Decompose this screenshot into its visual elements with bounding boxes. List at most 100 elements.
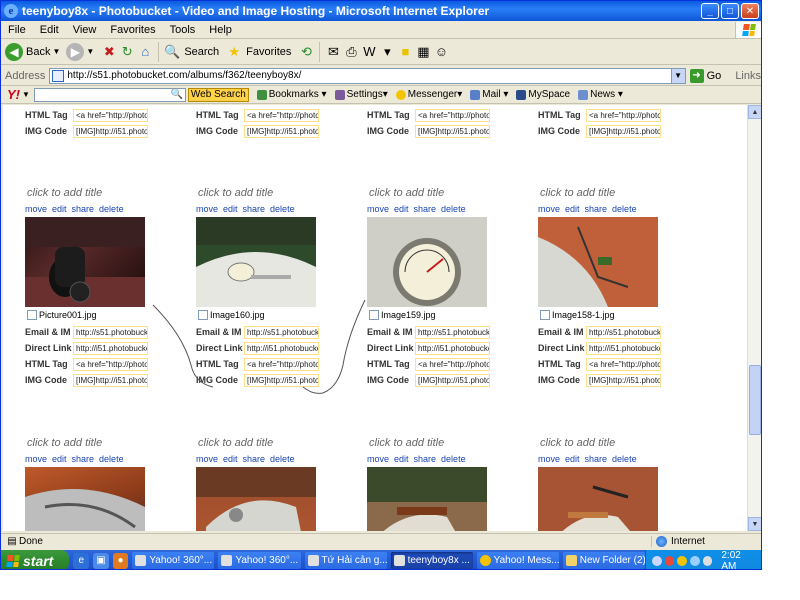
links-button[interactable]: Links (735, 70, 761, 82)
delete-link[interactable]: delete (270, 204, 295, 214)
discuss-icon[interactable]: ▾ (378, 43, 396, 61)
move-link[interactable]: move (196, 204, 218, 214)
move-link[interactable]: move (367, 454, 389, 464)
share-link[interactable]: share (72, 454, 95, 464)
media-icon[interactable]: ● (112, 552, 129, 569)
html-tag-field[interactable]: <a href="http://photol (415, 108, 490, 122)
email-im-field[interactable]: http://s51.photobucke (73, 325, 148, 339)
photo-thumbnail[interactable] (196, 467, 316, 531)
img-code-field[interactable]: [IMG]http://i51.photo (415, 124, 490, 138)
share-link[interactable]: share (585, 454, 608, 464)
tray-arrow-icon[interactable] (651, 555, 662, 566)
select-checkbox[interactable] (27, 310, 37, 320)
photo-title[interactable]: click to add title (540, 187, 615, 199)
task-tu-hai[interactable]: Tứ Hải cản g... (304, 552, 387, 569)
task-teenyboy8x[interactable]: teenyboy8x ... (390, 552, 473, 569)
search-button[interactable]: 🔍 Search (163, 41, 219, 63)
messenger-button[interactable]: Messenger ▾ (395, 89, 462, 100)
mail-button[interactable]: Mail ▾ (470, 89, 508, 100)
direct-link-field[interactable]: http://i51.photobucke (586, 341, 661, 355)
task-yahoo-360-1[interactable]: Yahoo! 360°... (132, 552, 215, 569)
menu-help[interactable]: Help (202, 24, 239, 36)
photo-title[interactable]: click to add title (369, 437, 444, 449)
edit-link[interactable]: edit (394, 204, 409, 214)
edit-link[interactable]: edit (394, 454, 409, 464)
delete-link[interactable]: delete (612, 454, 637, 464)
task-yahoo-messenger[interactable]: Yahoo! Mess... (476, 552, 559, 569)
smiley-icon[interactable] (677, 555, 687, 566)
menu-view[interactable]: View (66, 24, 104, 36)
mail-icon[interactable]: ✉ (324, 43, 342, 61)
edit-link[interactable]: edit (223, 454, 238, 464)
share-link[interactable]: share (414, 454, 437, 464)
edit-link[interactable]: edit (52, 454, 67, 464)
bookmarks-button[interactable]: Bookmarks ▾ (256, 89, 327, 100)
yahoo-logo-icon[interactable]: Y! (7, 87, 20, 102)
chevron-down-icon[interactable]: ▼ (22, 90, 30, 99)
vertical-scrollbar[interactable]: ▲ ▼ (747, 105, 761, 531)
photo-thumbnail[interactable] (25, 467, 145, 531)
photo-thumbnail[interactable] (367, 217, 487, 307)
delete-link[interactable]: delete (99, 204, 124, 214)
delete-link[interactable]: delete (612, 204, 637, 214)
go-button[interactable]: ➜ Go (689, 68, 721, 83)
network-icon[interactable] (689, 555, 700, 566)
direct-link-field[interactable]: http://i51.photobucke (73, 341, 148, 355)
menu-favorites[interactable]: Favorites (103, 24, 162, 36)
photo-thumbnail[interactable] (538, 217, 658, 307)
research-icon[interactable]: ▦ (414, 43, 432, 61)
delete-link[interactable]: delete (441, 204, 466, 214)
share-link[interactable]: share (243, 204, 266, 214)
delete-link[interactable]: delete (441, 454, 466, 464)
myspace-button[interactable]: MySpace (516, 89, 570, 100)
chevron-down-icon[interactable]: ▼ (670, 68, 685, 83)
menu-tools[interactable]: Tools (163, 24, 203, 36)
home-icon[interactable]: ⌂ (136, 43, 154, 61)
delete-link[interactable]: delete (270, 454, 295, 464)
html-tag-field[interactable]: <a href="http://photol (586, 108, 661, 122)
html-tag-field[interactable]: <a href="http://photol (73, 108, 148, 122)
notes-icon[interactable]: ■ (396, 43, 414, 61)
desktop-icon[interactable]: ▣ (93, 552, 109, 569)
favorites-button[interactable]: ★ Favorites (225, 41, 291, 63)
history-icon[interactable]: ⟲ (297, 43, 315, 61)
title-bar[interactable]: e teenyboy8x - Photobucket - Video and I… (1, 1, 761, 21)
share-link[interactable]: share (414, 204, 437, 214)
img-code-field[interactable]: [IMG]http://i51.photo (586, 124, 661, 138)
ie-quicklaunch-icon[interactable]: e (73, 552, 90, 569)
task-yahoo-360-2[interactable]: Yahoo! 360°... (218, 552, 301, 569)
edit-link[interactable]: edit (223, 204, 238, 214)
photo-title[interactable]: click to add title (198, 437, 273, 449)
scroll-up-icon[interactable]: ▲ (748, 105, 761, 119)
select-checkbox[interactable] (540, 310, 550, 320)
html-tag-field[interactable]: <a href="http://photol (415, 357, 490, 371)
html-tag-field[interactable]: <a href="http://photol (244, 108, 319, 122)
scroll-down-icon[interactable]: ▼ (748, 517, 761, 531)
messenger-icon[interactable]: ☺ (432, 43, 450, 61)
forward-button[interactable]: ▶ ▼ (66, 41, 94, 63)
web-search-button[interactable]: Web Search (187, 87, 249, 102)
email-im-field[interactable]: http://s51.photobucke (415, 325, 490, 339)
edit-icon[interactable]: W (360, 43, 378, 61)
photo-thumbnail[interactable] (196, 217, 316, 307)
direct-link-field[interactable]: http://i51.photobucke (415, 341, 490, 355)
img-code-field[interactable]: [IMG]http://i51.photo (73, 373, 148, 387)
img-code-field[interactable]: [IMG]http://i51.photo (73, 124, 148, 138)
photo-title[interactable]: click to add title (27, 187, 102, 199)
share-link[interactable]: share (585, 204, 608, 214)
start-button[interactable]: start (1, 550, 70, 569)
news-button[interactable]: News ▾ (578, 89, 623, 100)
minimize-button[interactable]: _ (701, 3, 719, 19)
html-tag-field[interactable]: <a href="http://photol (73, 357, 148, 371)
maximize-button[interactable]: □ (721, 3, 739, 19)
photo-thumbnail[interactable] (538, 467, 658, 531)
volume-icon[interactable] (702, 555, 713, 566)
photo-title[interactable]: click to add title (369, 187, 444, 199)
menu-edit[interactable]: Edit (33, 24, 66, 36)
email-im-field[interactable]: http://s51.photobucke (586, 325, 661, 339)
share-link[interactable]: share (243, 454, 266, 464)
photo-thumbnail[interactable] (367, 467, 487, 531)
settings-button[interactable]: Settings ▾ (334, 89, 388, 100)
address-input[interactable]: http://s51.photobucket.com/albums/f362/t… (49, 67, 686, 84)
close-button[interactable]: ✕ (741, 3, 759, 19)
